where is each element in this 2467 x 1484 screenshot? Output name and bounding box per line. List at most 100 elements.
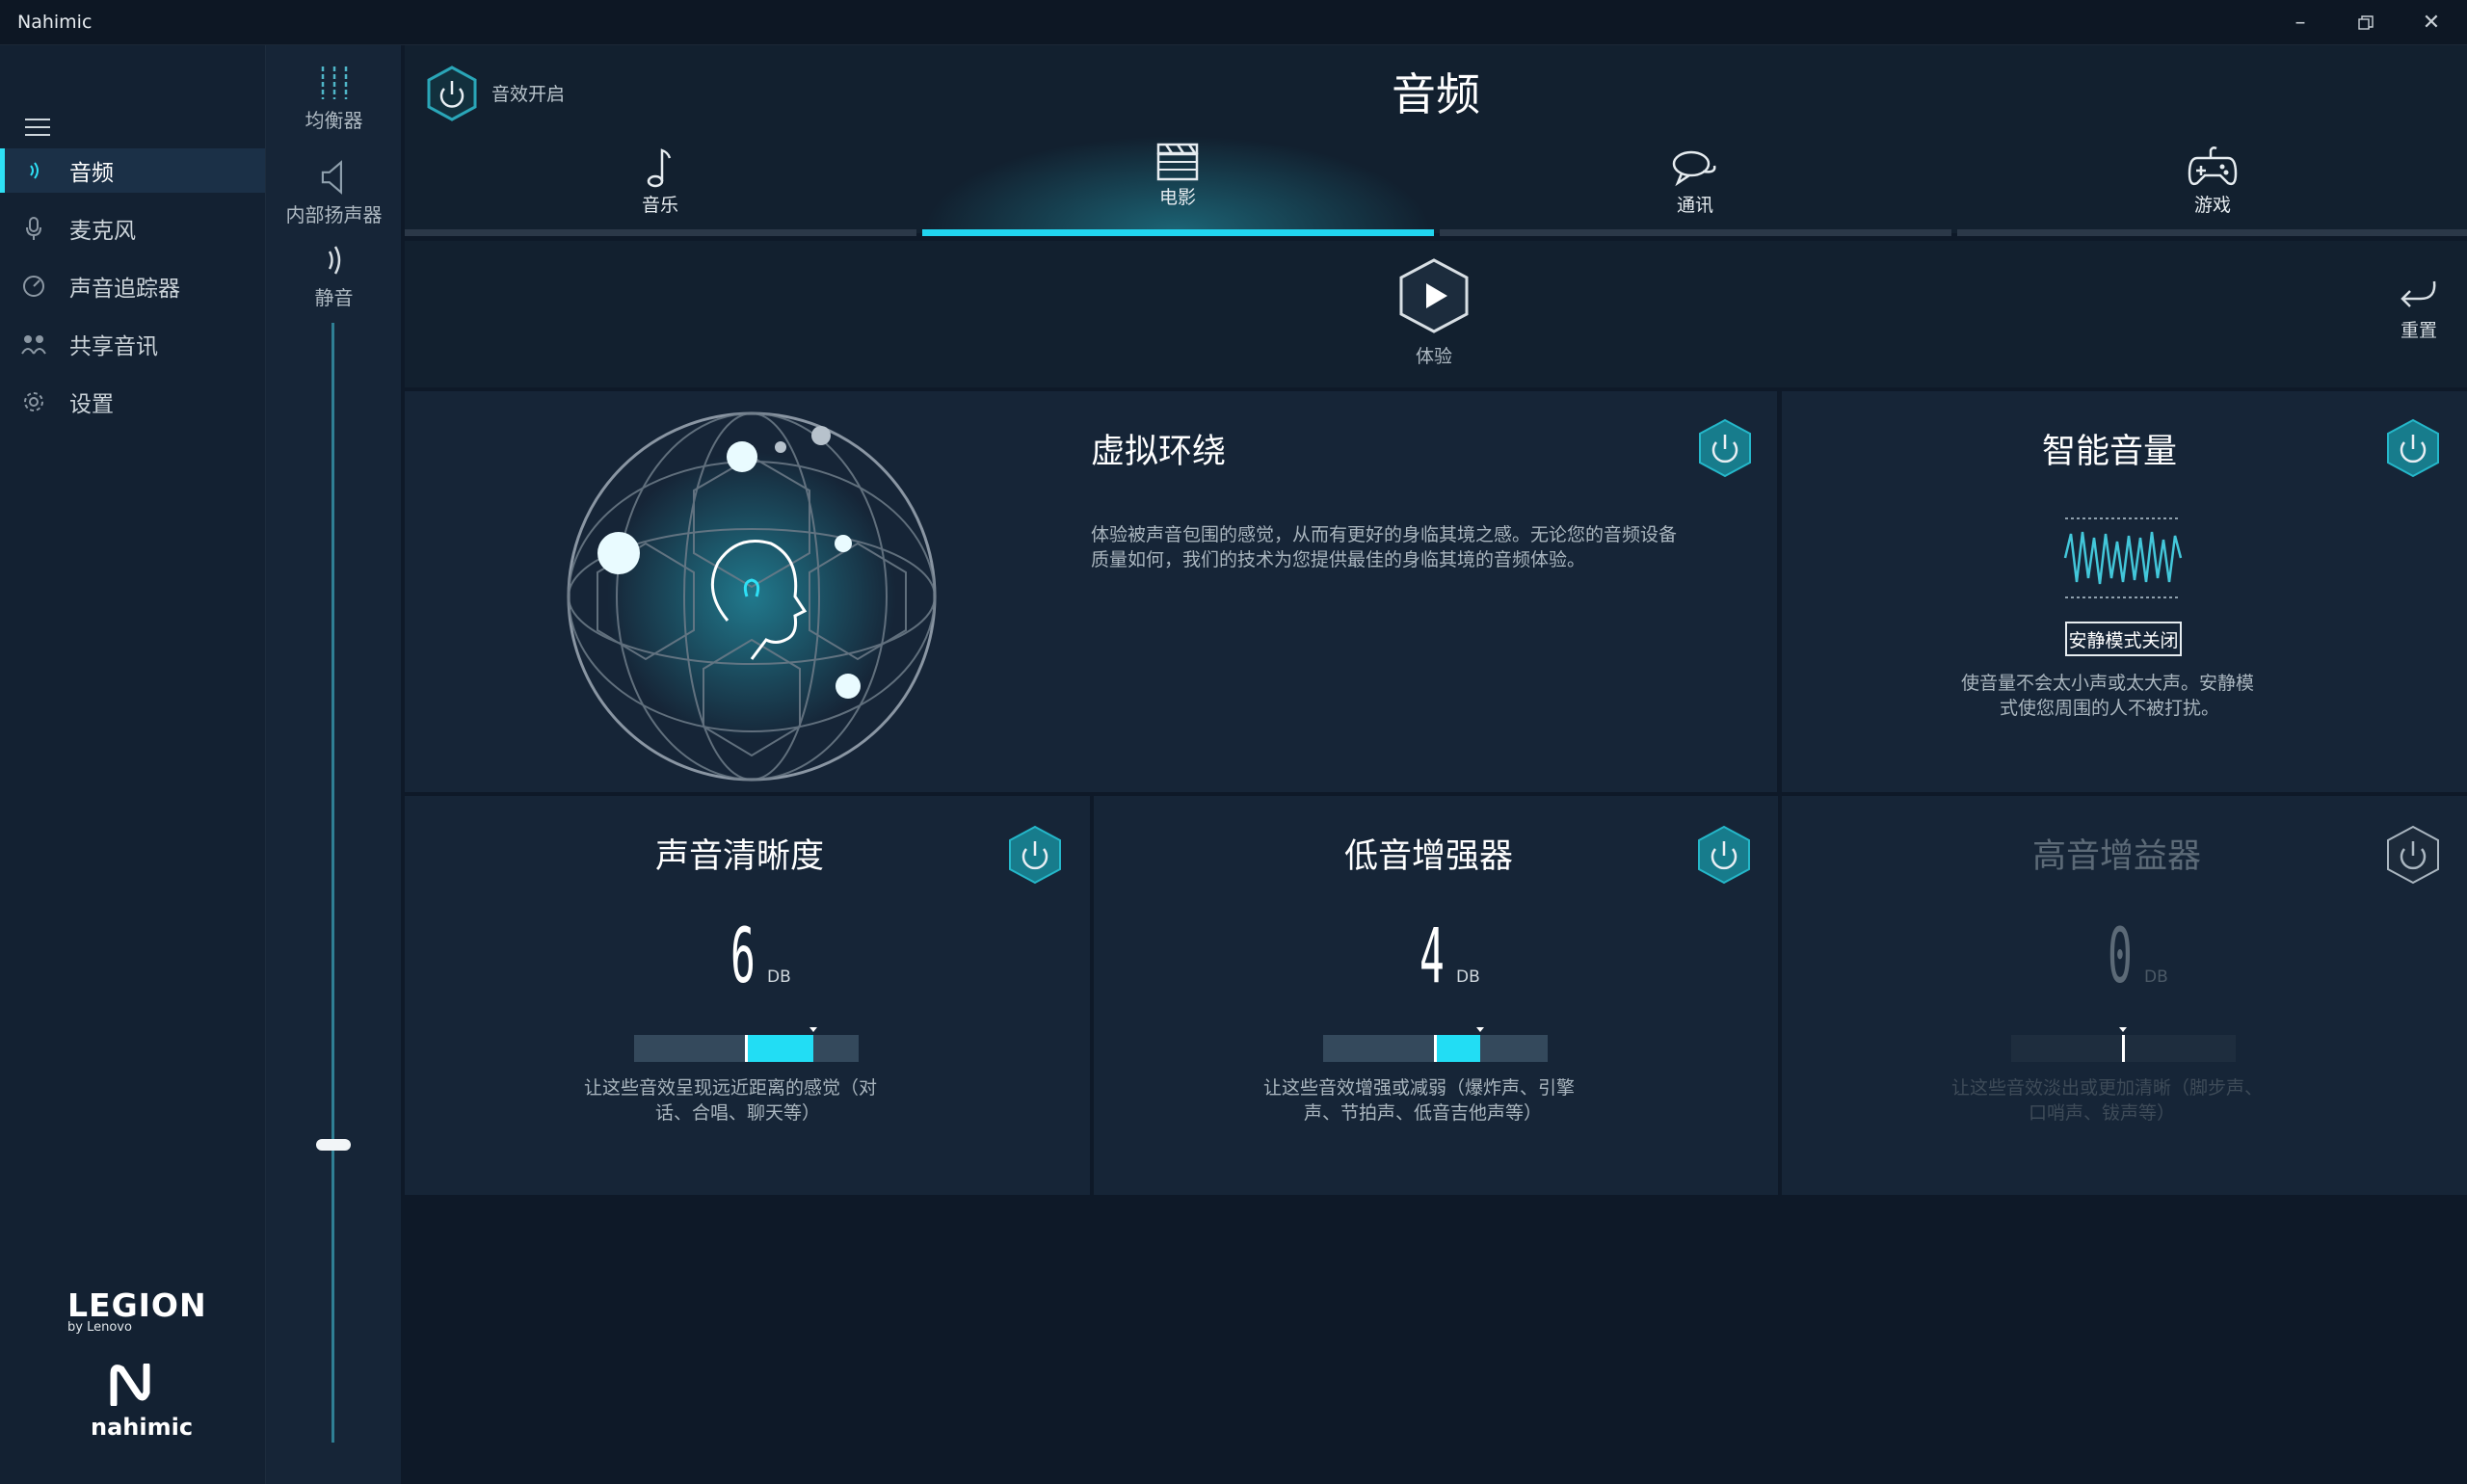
surround-sphere-illustration — [567, 411, 937, 782]
treble-slider[interactable] — [2011, 1027, 2236, 1062]
clarity-slider[interactable] — [634, 1027, 859, 1062]
hamburger-menu-button[interactable] — [25, 119, 50, 136]
tab-game[interactable]: 游戏 — [1957, 145, 2467, 237]
gear-icon — [21, 389, 46, 414]
card-description: 声、节拍声、低音吉他声等） — [1304, 1102, 1543, 1124]
rail-item-label: 内部扬声器 — [285, 203, 383, 226]
tab-label: 音乐 — [641, 195, 678, 216]
rail-item-mute[interactable]: 静音 — [266, 242, 402, 310]
volume-slider-track[interactable] — [332, 323, 334, 1443]
rail-item-internal-speaker[interactable]: 内部扬声器 — [266, 159, 402, 227]
window-title: Nahimic — [17, 12, 93, 33]
card-voice-clarity: 声音清晰度 6 DB 让这些音效呈现远近距离的感觉（对 话、合唱、聊天等） — [405, 796, 1090, 1195]
effect-status-label: 音效开启 — [491, 84, 566, 105]
card-description: 让这些音效增强或减弱（爆炸声、引擎 — [1263, 1077, 1576, 1099]
tab-communication[interactable]: 通讯 — [1440, 145, 1950, 237]
tab-music[interactable]: 音乐 — [405, 145, 915, 237]
clapperboard-icon — [1156, 143, 1199, 181]
rail-item-label: 均衡器 — [305, 109, 363, 132]
tab-label: 电影 — [1158, 187, 1196, 208]
rail-item-label: 静音 — [314, 286, 354, 309]
radar-icon — [21, 274, 46, 299]
share-people-icon — [21, 331, 46, 357]
sidebar-item-label: 声音追踪器 — [69, 277, 180, 302]
experience-label: 体验 — [1415, 346, 1452, 367]
bass-slider-fill — [1435, 1035, 1480, 1062]
clarity-slider-center — [745, 1035, 748, 1062]
reset-button[interactable]: 重置 — [2388, 316, 2450, 342]
restore-button[interactable] — [2332, 0, 2400, 45]
sidebar-item-label: 共享音讯 — [69, 334, 158, 359]
nahimic-logo-icon — [110, 1364, 150, 1406]
treble-value: 0 — [2108, 914, 2133, 1000]
card-description: 体验被声音包围的感觉，从而有更好的身临其境之感。无论您的音频设备 — [1091, 524, 1678, 545]
clarity-unit: DB — [767, 967, 791, 987]
card-title: 智能音量 — [2042, 433, 2178, 471]
bass-slider-center — [1434, 1035, 1437, 1062]
card-smart-volume: 智能音量 安静模式关闭 使音量不会太小声或太大声。安静模 式使您周围的人不被打扰… — [1782, 391, 2467, 792]
play-experience-button[interactable] — [1399, 258, 1469, 333]
page-title: 音频 — [1392, 68, 1480, 120]
quiet-mode-toggle[interactable]: 安静模式关闭 — [2065, 622, 2182, 656]
treble-slider-thumb[interactable] — [2119, 1027, 2127, 1032]
waveform-icon — [2063, 517, 2183, 598]
card-description: 让这些音效淡出或更加清晰（脚步声、 — [1951, 1077, 2264, 1099]
card-title: 虚拟环绕 — [1091, 433, 1227, 471]
clarity-slider-thumb[interactable] — [809, 1027, 817, 1032]
clarity-slider-fill — [746, 1035, 813, 1062]
bass-power-toggle[interactable] — [1697, 825, 1751, 885]
sidebar-item-label: 设置 — [69, 392, 114, 417]
equalizer-icon — [321, 66, 347, 99]
card-title: 高音增益器 — [2032, 837, 2202, 876]
surround-power-toggle[interactable] — [1698, 418, 1752, 478]
sidebar: 音频 麦克风 声音追踪器 共享音讯 设置 LEGION by Lenovo na… — [0, 45, 265, 1484]
speaker-icon — [321, 160, 342, 195]
card-title: 低音增强器 — [1344, 837, 1514, 876]
minimize-icon: – — [2295, 11, 2306, 35]
clarity-value: 6 — [730, 914, 756, 1000]
tab-underline — [1440, 229, 1951, 236]
volume-slider-thumb[interactable] — [316, 1139, 351, 1151]
card-bass-boost: 低音增强器 4 DB 让这些音效增强或减弱（爆炸声、引擎 声、节拍声、低音吉他声… — [1094, 796, 1778, 1195]
bass-slider[interactable] — [1323, 1027, 1548, 1062]
gamepad-icon — [2188, 146, 2238, 186]
smart-volume-power-toggle[interactable] — [2386, 418, 2440, 478]
card-description: 口哨声、钹声等） — [2029, 1102, 2176, 1124]
treble-power-toggle[interactable] — [2386, 825, 2440, 885]
rail-item-equalizer[interactable]: 均衡器 — [266, 65, 402, 133]
bass-value: 4 — [1419, 914, 1445, 1000]
sidebar-item-microphone[interactable]: 麦克风 — [0, 206, 265, 251]
close-button[interactable]: ✕ — [2398, 0, 2465, 45]
clarity-power-toggle[interactable] — [1008, 825, 1062, 885]
sidebar-item-sound-tracker[interactable]: 声音追踪器 — [0, 264, 265, 308]
tab-underline — [1957, 229, 2467, 236]
effect-power-toggle[interactable] — [427, 66, 477, 121]
microphone-icon — [21, 216, 46, 241]
tab-movie[interactable]: 电影 — [922, 137, 1433, 229]
speaker-wave-icon — [21, 158, 46, 183]
music-note-icon — [647, 148, 672, 188]
legion-logo: LEGION — [67, 1286, 207, 1324]
sidebar-item-audio[interactable]: 音频 — [0, 148, 265, 193]
tab-underline — [405, 229, 916, 236]
card-description: 式使您周围的人不被打扰。 — [2000, 698, 2220, 719]
card-description: 话、合唱、聊天等） — [655, 1102, 821, 1124]
lenovo-logo: by Lenovo — [67, 1320, 132, 1335]
treble-unit: DB — [2144, 967, 2168, 987]
reset-icon[interactable] — [2398, 278, 2440, 312]
sidebar-item-settings[interactable]: 设置 — [0, 380, 265, 424]
bass-slider-thumb[interactable] — [1476, 1027, 1484, 1032]
card-description: 使音量不会太小声或太大声。安静模 — [1961, 673, 2255, 694]
sidebar-item-label: 音频 — [69, 161, 114, 186]
hamburger-icon — [25, 119, 50, 120]
card-description: 让这些音效呈现远近距离的感觉（对 — [584, 1077, 878, 1099]
minimize-button[interactable]: – — [2267, 0, 2334, 45]
card-title: 声音清晰度 — [655, 837, 825, 876]
chat-bubbles-icon — [1672, 150, 1716, 187]
nahimic-logo: nahimic — [91, 1414, 194, 1441]
bass-unit: DB — [1456, 967, 1480, 987]
sidebar-item-share-audio[interactable]: 共享音讯 — [0, 322, 265, 366]
card-virtual-surround: 虚拟环绕 体验被声音包围的感觉，从而有更好的身临其境之感。无论您的音频设备 质量… — [405, 391, 1777, 792]
sidebar-item-label: 麦克风 — [69, 219, 136, 244]
close-icon: ✕ — [2422, 11, 2441, 35]
